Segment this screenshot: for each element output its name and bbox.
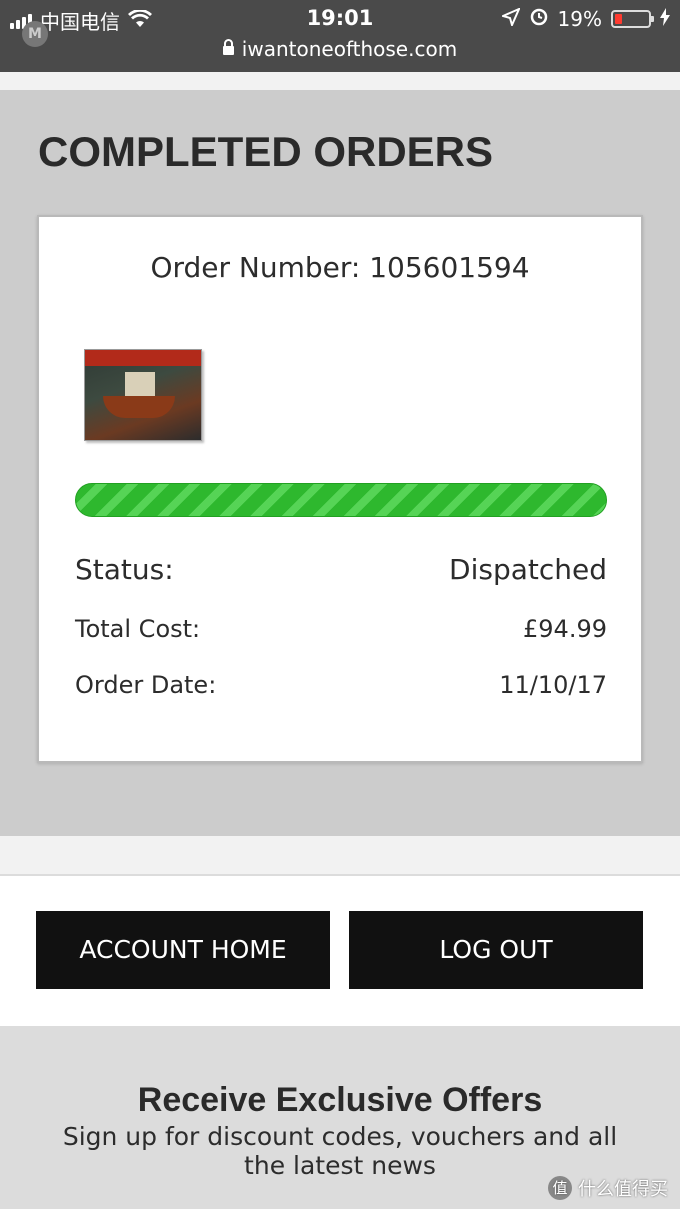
order-date-value: 11/10/17 [499,671,607,699]
battery-percent: 19% [557,6,602,31]
order-card: Order Number: 105601594 Status: Dispatch… [37,215,643,763]
location-arrow-icon [499,6,521,31]
lock-icon [222,39,234,55]
order-number: Order Number: 105601594 [150,251,530,284]
url-text: iwantoneofthose.com [241,37,458,61]
product-box-band [85,350,201,366]
battery-icon [611,9,654,28]
status-bar: 中国电信 M 19:01 19% iwantoneofthose.com [0,0,680,72]
newsletter-section: Receive Exclusive Offers Sign up for dis… [0,1026,680,1209]
order-date-label: Order Date: [75,671,217,699]
log-out-button[interactable]: LOG OUT [349,911,643,989]
status-bar-right: 19% [499,6,670,31]
divider-strip [0,836,680,876]
charging-bolt-icon [660,7,670,31]
completed-orders-section: COMPLETED ORDERS Order Number: 105601594… [0,90,680,836]
order-progress-bar [75,483,607,517]
total-cost-row: Total Cost: £94.99 [75,615,607,643]
order-date-row: Order Date: 11/10/17 [75,671,607,699]
watermark-text: 什么值得买 [578,1179,668,1200]
status-label: Status: [75,553,174,586]
page-title: COMPLETED ORDERS [38,128,494,175]
account-actions: ACCOUNT HOME LOG OUT [0,876,680,1026]
alarm-icon [529,6,549,31]
status-value: Dispatched [449,553,607,586]
watermark-icon: 值 [548,1176,572,1200]
newsletter-subtitle: Sign up for discount codes, vouchers and… [62,1122,618,1180]
total-cost-label: Total Cost: [75,615,201,643]
product-ship-hull [103,396,175,418]
watermark: 值 什么值得买 [548,1175,668,1201]
address-bar[interactable]: iwantoneofthose.com [0,37,680,61]
account-home-button[interactable]: ACCOUNT HOME [36,911,330,989]
status-row: Status: Dispatched [75,553,607,586]
product-image[interactable] [84,349,202,441]
product-ship-sail [125,372,155,398]
total-cost-value: £94.99 [523,615,607,643]
newsletter-title: Receive Exclusive Offers [137,1081,543,1119]
